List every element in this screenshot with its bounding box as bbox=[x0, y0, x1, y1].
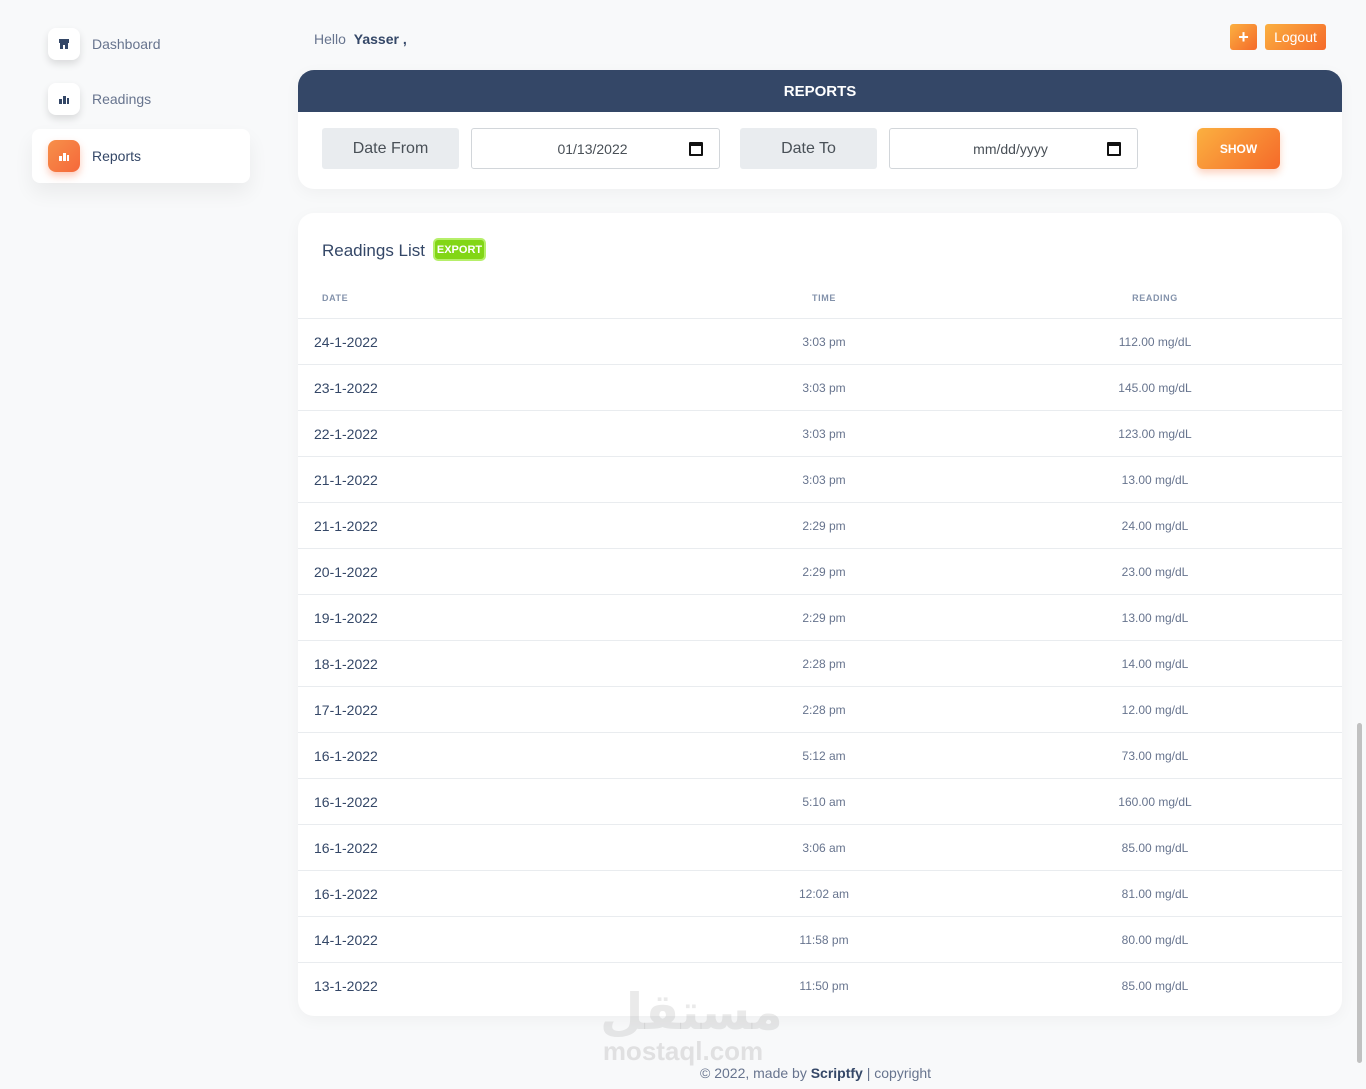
reading-cell: 85.00 mg/dL bbox=[1121, 979, 1189, 993]
export-button[interactable]: EXPORT bbox=[433, 238, 486, 261]
reports-card: REPORTS Date From 01/13/2022 Date To mm/… bbox=[298, 70, 1342, 189]
date-cell: 22-1-2022 bbox=[314, 426, 378, 442]
date-cell: 17-1-2022 bbox=[314, 702, 378, 718]
time-cell: 3:03 pm bbox=[802, 335, 846, 349]
reading-cell: 14.00 mg/dL bbox=[1121, 657, 1189, 671]
username: Yasser , bbox=[353, 31, 407, 47]
sidebar-item-readings[interactable]: Readings bbox=[32, 72, 250, 126]
show-button[interactable]: SHOW bbox=[1197, 128, 1280, 169]
footer-prefix: © 2022, made by bbox=[700, 1065, 807, 1081]
footer-brand-link[interactable]: Scriptfy bbox=[811, 1065, 863, 1081]
table-row: 16-1-2022 5:10 am 160.00 mg/dL bbox=[298, 778, 1342, 824]
time-cell: 2:29 pm bbox=[802, 565, 846, 579]
time-cell: 12:02 am bbox=[798, 887, 850, 901]
reading-cell: 80.00 mg/dL bbox=[1121, 933, 1189, 947]
calendar-icon[interactable] bbox=[1107, 141, 1121, 156]
table-row: 13-1-2022 11:50 pm 85.00 mg/dL bbox=[298, 962, 1342, 1008]
readings-title: Readings List bbox=[322, 241, 426, 260]
reading-cell: 160.00 mg/dL bbox=[1118, 795, 1192, 809]
table-row: 18-1-2022 2:28 pm 14.00 mg/dL bbox=[298, 640, 1342, 686]
logout-button[interactable]: Logout bbox=[1265, 24, 1326, 50]
table-row: 24-1-2022 3:03 pm 112.00 mg/dL bbox=[298, 318, 1342, 364]
table-row: 22-1-2022 3:03 pm 123.00 mg/dL bbox=[298, 410, 1342, 456]
table-row: 19-1-2022 2:29 pm 13.00 mg/dL bbox=[298, 594, 1342, 640]
date-cell: 16-1-2022 bbox=[314, 748, 378, 764]
date-to-input[interactable]: mm/dd/yyyy bbox=[889, 128, 1138, 169]
time-cell: 2:29 pm bbox=[802, 611, 846, 625]
date-from-input[interactable]: 01/13/2022 bbox=[471, 128, 720, 169]
sidebar-item-label: Dashboard bbox=[92, 36, 161, 52]
time-cell: 5:12 am bbox=[802, 749, 846, 763]
time-cell: 3:03 pm bbox=[802, 473, 846, 487]
date-to-label: Date To bbox=[740, 128, 877, 169]
date-cell: 16-1-2022 bbox=[314, 886, 378, 902]
date-cell: 21-1-2022 bbox=[314, 518, 378, 534]
reading-cell: 112.00 mg/dL bbox=[1118, 335, 1192, 349]
reading-cell: 12.00 mg/dL bbox=[1121, 703, 1189, 717]
footer-suffix: | copyright bbox=[866, 1065, 932, 1081]
calendar-icon[interactable] bbox=[689, 141, 703, 156]
reading-cell: 145.00 mg/dL bbox=[1118, 381, 1192, 395]
footer: © 2022, made by Scriptfy | copyright bbox=[700, 1065, 931, 1081]
readings-table-body: 24-1-2022 3:03 pm 112.00 mg/dL 23-1-2022 3:0… bbox=[298, 318, 1342, 1008]
column-header-reading: READING bbox=[1132, 293, 1178, 303]
reports-title: REPORTS bbox=[298, 70, 1342, 112]
date-from-value: 01/13/2022 bbox=[557, 140, 628, 157]
watermark-arabic: مستقل bbox=[600, 983, 783, 1041]
column-header-time: TIME bbox=[812, 293, 836, 303]
sidebar-item-dashboard[interactable]: Dashboard bbox=[32, 17, 250, 71]
greeting-text: Hello bbox=[314, 31, 346, 47]
plus-icon: + bbox=[1238, 26, 1249, 47]
date-cell: 24-1-2022 bbox=[314, 334, 378, 350]
table-row: 23-1-2022 3:03 pm 145.00 mg/dL bbox=[298, 364, 1342, 410]
time-cell: 2:29 pm bbox=[802, 519, 846, 533]
table-row: 16-1-2022 3:06 am 85.00 mg/dL bbox=[298, 824, 1342, 870]
chart-icon bbox=[48, 83, 80, 115]
store-icon bbox=[48, 28, 80, 60]
reading-cell: 23.00 mg/dL bbox=[1121, 565, 1189, 579]
date-cell: 14-1-2022 bbox=[314, 932, 378, 948]
page-scrollbar[interactable] bbox=[1357, 723, 1362, 1063]
time-cell: 2:28 pm bbox=[802, 657, 846, 671]
reading-cell: 81.00 mg/dL bbox=[1121, 887, 1189, 901]
date-cell: 16-1-2022 bbox=[314, 794, 378, 810]
date-cell: 16-1-2022 bbox=[314, 840, 378, 856]
table-row: 20-1-2022 2:29 pm 23.00 mg/dL bbox=[298, 548, 1342, 594]
greeting: Hello Yasser , bbox=[314, 31, 407, 47]
reading-cell: 73.00 mg/dL bbox=[1121, 749, 1189, 763]
table-row: 17-1-2022 2:28 pm 12.00 mg/dL bbox=[298, 686, 1342, 732]
date-cell: 19-1-2022 bbox=[314, 610, 378, 626]
sidebar-item-reports[interactable]: Reports bbox=[32, 129, 250, 183]
reading-cell: 85.00 mg/dL bbox=[1121, 841, 1189, 855]
time-cell: 2:28 pm bbox=[802, 703, 846, 717]
date-cell: 13-1-2022 bbox=[314, 978, 378, 994]
reading-cell: 13.00 mg/dL bbox=[1121, 473, 1189, 487]
sidebar-item-label: Readings bbox=[92, 91, 152, 107]
date-cell: 23-1-2022 bbox=[314, 380, 378, 396]
reading-cell: 24.00 mg/dL bbox=[1121, 519, 1189, 533]
table-row: 16-1-2022 12:02 am 81.00 mg/dL bbox=[298, 870, 1342, 916]
watermark-latin: mostaql.com bbox=[602, 1036, 764, 1066]
time-cell: 3:06 am bbox=[802, 841, 846, 855]
sidebar-item-label: Reports bbox=[92, 148, 142, 164]
time-cell: 5:10 am bbox=[802, 795, 846, 809]
chart-icon bbox=[48, 140, 80, 172]
date-from-label: Date From bbox=[322, 128, 459, 169]
table-row: 16-1-2022 5:12 am 73.00 mg/dL bbox=[298, 732, 1342, 778]
time-cell: 3:03 pm bbox=[802, 381, 846, 395]
reading-cell: 123.00 mg/dL bbox=[1118, 427, 1192, 441]
table-row: 14-1-2022 11:58 pm 80.00 mg/dL bbox=[298, 916, 1342, 962]
date-cell: 20-1-2022 bbox=[314, 564, 378, 580]
add-button[interactable]: + bbox=[1230, 24, 1257, 50]
date-cell: 21-1-2022 bbox=[314, 472, 378, 488]
reading-cell: 13.00 mg/dL bbox=[1121, 611, 1189, 625]
date-cell: 18-1-2022 bbox=[314, 656, 378, 672]
time-cell: 11:58 pm bbox=[799, 933, 849, 947]
table-row: 21-1-2022 2:29 pm 24.00 mg/dL bbox=[298, 502, 1342, 548]
column-header-date: DATE bbox=[322, 293, 349, 303]
readings-card: Readings List EXPORT DATE TIME READING 2… bbox=[298, 213, 1342, 1016]
time-cell: 3:03 pm bbox=[802, 427, 846, 441]
table-row: 21-1-2022 3:03 pm 13.00 mg/dL bbox=[298, 456, 1342, 502]
date-to-value: mm/dd/yyyy bbox=[973, 140, 1048, 157]
